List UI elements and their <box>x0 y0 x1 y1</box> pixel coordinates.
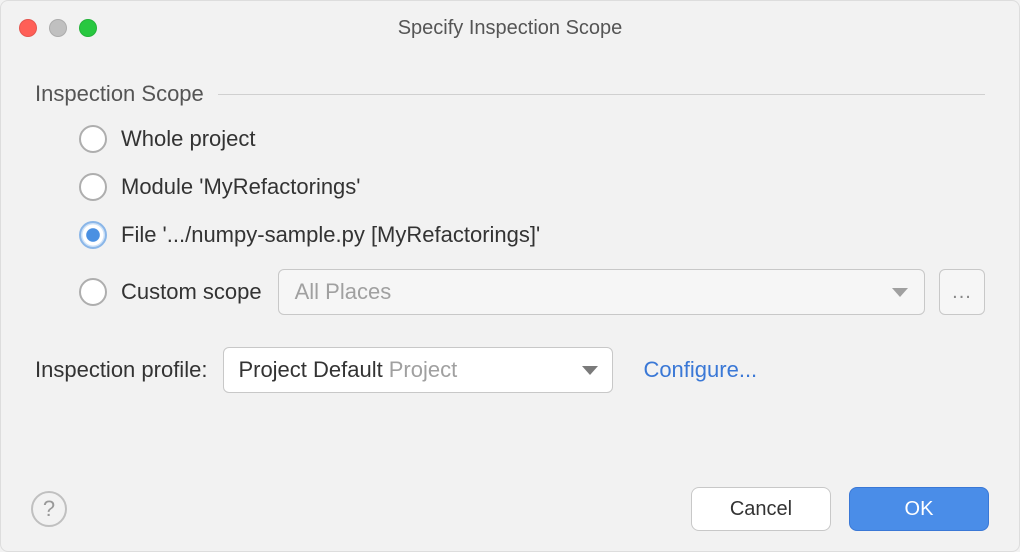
radio-label-whole-project: Whole project <box>121 126 256 152</box>
maximize-icon[interactable] <box>79 19 97 37</box>
custom-scope-value: All Places <box>295 279 392 305</box>
chevron-down-icon <box>582 366 598 375</box>
radio-whole-project[interactable] <box>79 125 107 153</box>
radio-label-module: Module 'MyRefactorings' <box>121 174 361 200</box>
dialog-footer: ? Cancel OK <box>31 487 989 531</box>
radio-label-file: File '.../numpy-sample.py [MyRefactoring… <box>121 222 540 248</box>
custom-scope-ellipsis-button[interactable]: ... <box>939 269 985 315</box>
dialog-content: Inspection Scope Whole project Module 'M… <box>1 41 1019 393</box>
profile-value-main: Project Default <box>238 357 382 383</box>
inspection-profile-dropdown[interactable]: Project Default Project <box>223 347 613 393</box>
radio-label-custom: Custom scope <box>121 279 262 305</box>
configure-link[interactable]: Configure... <box>643 357 757 383</box>
traffic-lights <box>19 19 97 37</box>
inspection-profile-row: Inspection profile: Project Default Proj… <box>35 347 985 393</box>
scope-group-title: Inspection Scope <box>35 81 204 107</box>
chevron-down-icon <box>892 288 908 297</box>
titlebar: Specify Inspection Scope <box>1 1 1019 41</box>
dialog-title: Specify Inspection Scope <box>15 3 1005 40</box>
divider <box>218 94 985 95</box>
close-icon[interactable] <box>19 19 37 37</box>
radio-row-whole-project[interactable]: Whole project <box>35 125 985 153</box>
radio-row-custom: Custom scope All Places ... <box>35 269 985 315</box>
ok-button[interactable]: OK <box>849 487 989 531</box>
custom-scope-dropdown[interactable]: All Places <box>278 269 925 315</box>
profile-value-sub: Project <box>389 357 457 383</box>
radio-custom-scope[interactable] <box>79 278 107 306</box>
radio-file[interactable] <box>79 221 107 249</box>
minimize-icon[interactable] <box>49 19 67 37</box>
radio-module[interactable] <box>79 173 107 201</box>
cancel-button[interactable]: Cancel <box>691 487 831 531</box>
radio-row-file[interactable]: File '.../numpy-sample.py [MyRefactoring… <box>35 221 985 249</box>
radio-row-module[interactable]: Module 'MyRefactorings' <box>35 173 985 201</box>
dialog-window: Specify Inspection Scope Inspection Scop… <box>0 0 1020 552</box>
scope-group-header: Inspection Scope <box>35 81 985 107</box>
footer-buttons: Cancel OK <box>691 487 989 531</box>
help-button[interactable]: ? <box>31 491 67 527</box>
inspection-profile-label: Inspection profile: <box>35 357 207 383</box>
